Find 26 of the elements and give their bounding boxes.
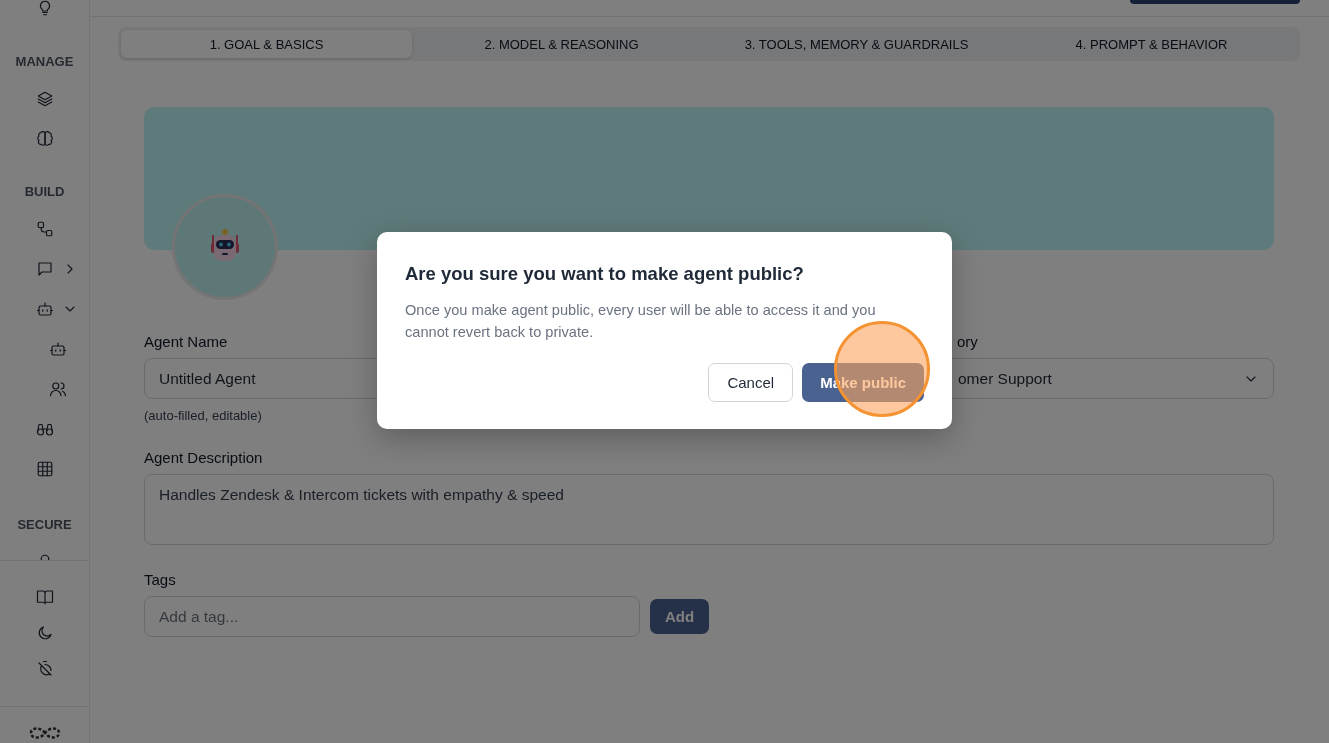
book-icon[interactable] — [35, 588, 54, 606]
grid-icon[interactable] — [35, 460, 54, 478]
tab[interactable]: 3. TOOLS, MEMORY & GUARDRAILS — [711, 30, 1002, 58]
field-label: ory — [956, 333, 979, 350]
tab[interactable]: 4. PROMPT & BEHAVIOR — [1006, 30, 1297, 58]
dialog-message: Once you make agent public, every user will be able to access it and you cannot revert back to private. — [405, 301, 877, 342]
section-label: MANAGE — [14, 53, 75, 71]
layers-icon[interactable] — [35, 90, 54, 108]
tab[interactable]: 1. GOAL & BASICS — [121, 30, 412, 58]
tag-input[interactable]: Add a tag... — [144, 596, 640, 637]
field-label: Tags — [144, 571, 177, 588]
section-label: BUILD — [23, 183, 66, 201]
brain-icon[interactable] — [35, 130, 54, 148]
section-label: SECURE — [16, 516, 73, 534]
description-field[interactable]: Handles Zendesk & Intercom tickets with empathy & speed — [144, 474, 1274, 545]
robot-icon[interactable] — [48, 340, 67, 358]
field-hint: (auto-filled, editable) — [144, 408, 263, 423]
cancel-button[interactable]: Cancel — [708, 363, 794, 402]
users-icon[interactable] — [48, 380, 67, 398]
add-button[interactable]: Add — [650, 599, 710, 634]
workflow-icon[interactable] — [35, 220, 54, 238]
tab[interactable]: 2. MODEL & REASONING — [416, 30, 707, 58]
chat-icon[interactable] — [35, 260, 54, 278]
field-label: Agent Description — [144, 449, 264, 466]
dialog-title: Are you sure you want to make agent public? — [405, 263, 805, 285]
robot-icon[interactable] — [35, 300, 54, 318]
